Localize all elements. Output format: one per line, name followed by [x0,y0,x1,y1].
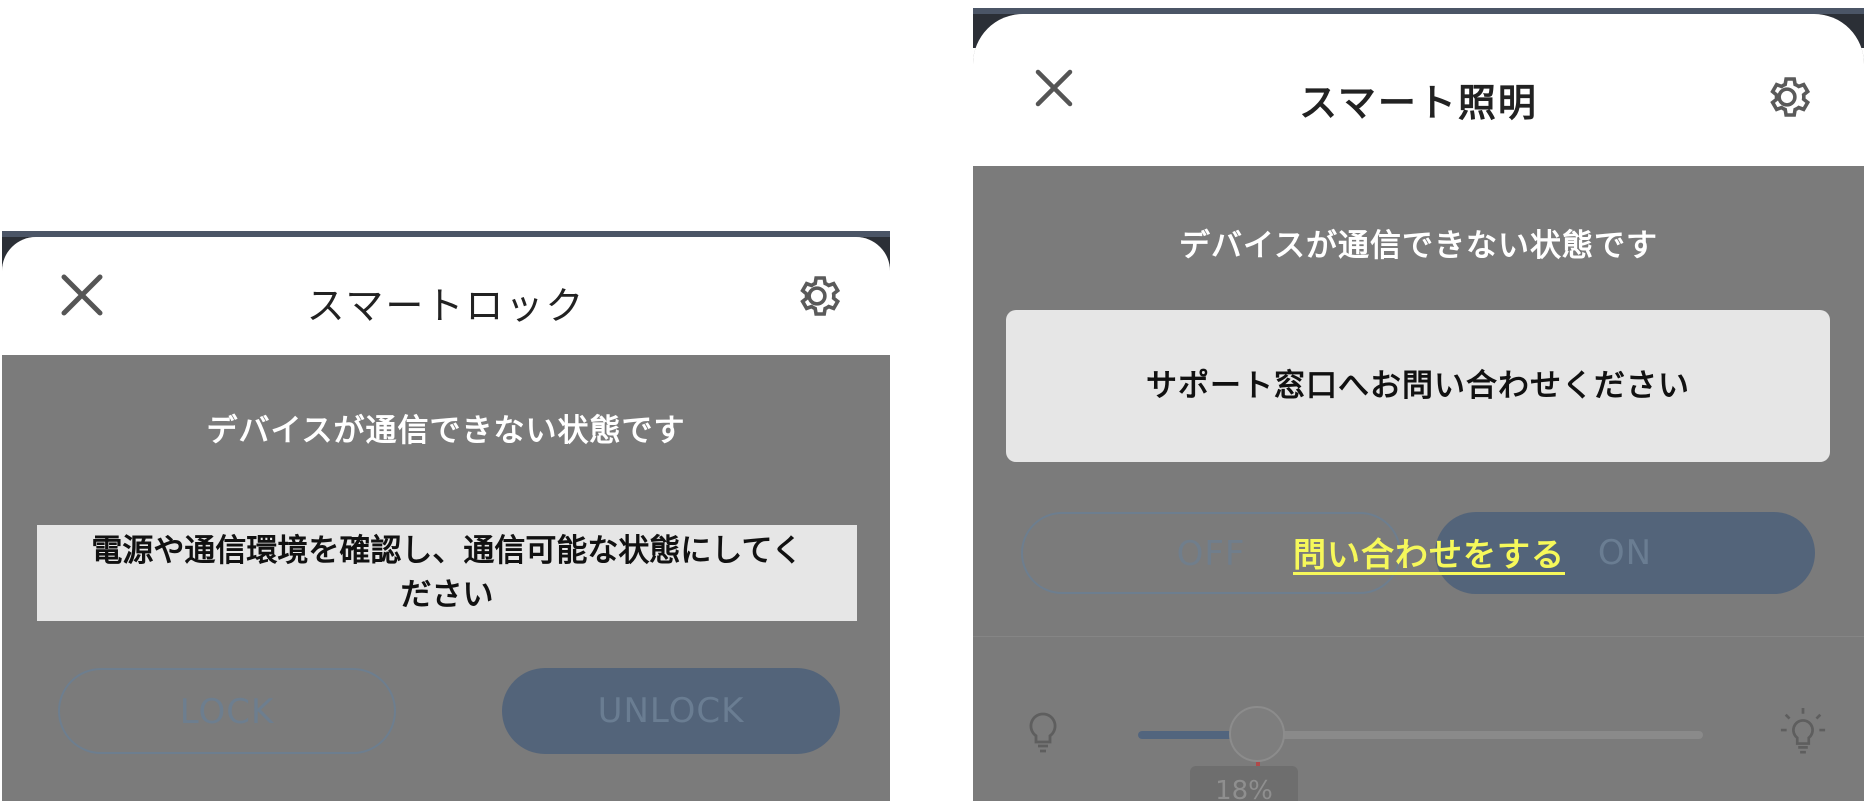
lock-button[interactable]: LOCK [58,668,396,754]
page-title: スマートロック [306,284,586,328]
smart-lock-screen: スマートロック デバイスが通信できない状態です 電源や通信環境を確認し、通信可能… [2,231,890,801]
brightness-slider-thumb[interactable] [1229,706,1285,762]
bottom-sheet: スマート照明 デバイスが通信できない状態です サポート窓口へお問い合わせください… [973,14,1864,801]
page-title: スマート照明 [1299,81,1538,125]
unlock-button[interactable]: UNLOCK [502,668,840,754]
bulb-bright-icon [1778,704,1828,760]
divider [973,636,1864,637]
sheet-header: スマート照明 [973,14,1864,166]
notice-box: サポート窓口へお問い合わせください [1006,310,1830,462]
status-message: デバイスが通信できない状態です [206,413,686,449]
notice-text-line1: 電源や通信環境を確認し、通信可能な状態にしてく [91,533,803,569]
notice-box: 電源や通信環境を確認し、通信可能な状態にしてく ださい [37,525,857,621]
gear-icon[interactable] [1760,70,1814,124]
brightness-value-label: 18% [1190,766,1298,801]
status-message: デバイスが通信できない状態です [1178,228,1659,264]
sheet-header: スマートロック [2,237,890,355]
brightness-fill [1138,731,1240,739]
brightness-slider[interactable] [1138,731,1703,739]
contact-support-link[interactable]: 問い合わせをする [1293,528,1565,576]
gear-icon[interactable] [790,269,844,323]
smart-light-screen: スマート照明 デバイスが通信できない状態です サポート窓口へお問い合わせください… [973,8,1864,801]
bulb-dim-icon [1023,710,1063,758]
bottom-sheet: スマートロック デバイスが通信できない状態です 電源や通信環境を確認し、通信可能… [2,237,890,801]
notice-text-line2: ださい [400,577,494,613]
